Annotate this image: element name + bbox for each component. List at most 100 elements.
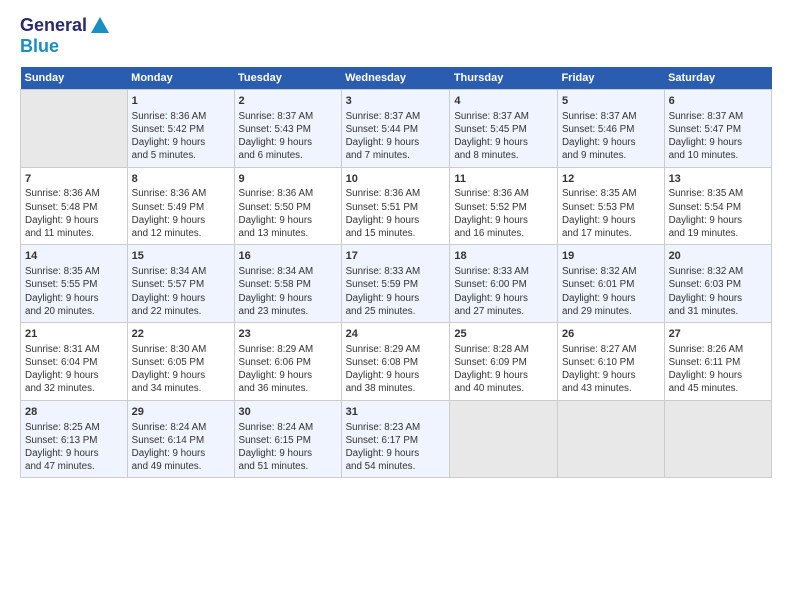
day-info: Sunrise: 8:35 AMSunset: 5:55 PMDaylight:… xyxy=(25,265,123,318)
day-number: 27 xyxy=(669,327,767,342)
day-number: 4 xyxy=(454,94,553,109)
calendar-cell: 3Sunrise: 8:37 AMSunset: 5:44 PMDaylight… xyxy=(341,89,450,167)
day-info: Sunrise: 8:36 AMSunset: 5:49 PMDaylight:… xyxy=(132,187,230,240)
day-number: 10 xyxy=(346,172,446,187)
header-row: SundayMondayTuesdayWednesdayThursdayFrid… xyxy=(21,67,772,90)
day-number: 26 xyxy=(562,327,660,342)
day-info: Sunrise: 8:36 AMSunset: 5:52 PMDaylight:… xyxy=(454,187,553,240)
page-container: General Blue SundayMondayTuesdayWednesda… xyxy=(0,0,792,488)
calendar-cell: 4Sunrise: 8:37 AMSunset: 5:45 PMDaylight… xyxy=(450,89,558,167)
day-number: 1 xyxy=(132,94,230,109)
day-info: Sunrise: 8:31 AMSunset: 6:04 PMDaylight:… xyxy=(25,343,123,396)
day-info: Sunrise: 8:29 AMSunset: 6:06 PMDaylight:… xyxy=(239,343,337,396)
calendar-cell xyxy=(21,89,128,167)
calendar-cell: 27Sunrise: 8:26 AMSunset: 6:11 PMDayligh… xyxy=(664,322,771,400)
header-cell-wednesday: Wednesday xyxy=(341,67,450,90)
calendar-cell: 7Sunrise: 8:36 AMSunset: 5:48 PMDaylight… xyxy=(21,167,128,245)
calendar-cell: 8Sunrise: 8:36 AMSunset: 5:49 PMDaylight… xyxy=(127,167,234,245)
week-row-3: 14Sunrise: 8:35 AMSunset: 5:55 PMDayligh… xyxy=(21,245,772,323)
calendar-cell xyxy=(664,400,771,478)
calendar-cell: 25Sunrise: 8:28 AMSunset: 6:09 PMDayligh… xyxy=(450,322,558,400)
day-number: 14 xyxy=(25,249,123,264)
logo: General Blue xyxy=(20,15,111,57)
calendar-cell: 11Sunrise: 8:36 AMSunset: 5:52 PMDayligh… xyxy=(450,167,558,245)
day-number: 19 xyxy=(562,249,660,264)
day-info: Sunrise: 8:37 AMSunset: 5:44 PMDaylight:… xyxy=(346,110,446,163)
day-info: Sunrise: 8:27 AMSunset: 6:10 PMDaylight:… xyxy=(562,343,660,396)
day-info: Sunrise: 8:30 AMSunset: 6:05 PMDaylight:… xyxy=(132,343,230,396)
day-info: Sunrise: 8:35 AMSunset: 5:53 PMDaylight:… xyxy=(562,187,660,240)
calendar-cell: 18Sunrise: 8:33 AMSunset: 6:00 PMDayligh… xyxy=(450,245,558,323)
calendar-cell: 6Sunrise: 8:37 AMSunset: 5:47 PMDaylight… xyxy=(664,89,771,167)
day-number: 16 xyxy=(239,249,337,264)
header-cell-saturday: Saturday xyxy=(664,67,771,90)
calendar-cell xyxy=(557,400,664,478)
day-info: Sunrise: 8:25 AMSunset: 6:13 PMDaylight:… xyxy=(25,421,123,474)
day-info: Sunrise: 8:37 AMSunset: 5:45 PMDaylight:… xyxy=(454,110,553,163)
calendar-cell: 19Sunrise: 8:32 AMSunset: 6:01 PMDayligh… xyxy=(557,245,664,323)
calendar-cell: 21Sunrise: 8:31 AMSunset: 6:04 PMDayligh… xyxy=(21,322,128,400)
day-info: Sunrise: 8:37 AMSunset: 5:43 PMDaylight:… xyxy=(239,110,337,163)
day-number: 3 xyxy=(346,94,446,109)
header-cell-tuesday: Tuesday xyxy=(234,67,341,90)
header-cell-thursday: Thursday xyxy=(450,67,558,90)
logo-text: General Blue xyxy=(20,15,111,57)
header-cell-monday: Monday xyxy=(127,67,234,90)
day-number: 12 xyxy=(562,172,660,187)
calendar-cell: 15Sunrise: 8:34 AMSunset: 5:57 PMDayligh… xyxy=(127,245,234,323)
day-info: Sunrise: 8:24 AMSunset: 6:14 PMDaylight:… xyxy=(132,421,230,474)
day-number: 2 xyxy=(239,94,337,109)
day-info: Sunrise: 8:34 AMSunset: 5:58 PMDaylight:… xyxy=(239,265,337,318)
day-info: Sunrise: 8:36 AMSunset: 5:42 PMDaylight:… xyxy=(132,110,230,163)
day-number: 18 xyxy=(454,249,553,264)
day-info: Sunrise: 8:35 AMSunset: 5:54 PMDaylight:… xyxy=(669,187,767,240)
calendar-cell: 10Sunrise: 8:36 AMSunset: 5:51 PMDayligh… xyxy=(341,167,450,245)
day-info: Sunrise: 8:32 AMSunset: 6:01 PMDaylight:… xyxy=(562,265,660,318)
day-info: Sunrise: 8:34 AMSunset: 5:57 PMDaylight:… xyxy=(132,265,230,318)
calendar-cell: 29Sunrise: 8:24 AMSunset: 6:14 PMDayligh… xyxy=(127,400,234,478)
calendar-cell: 24Sunrise: 8:29 AMSunset: 6:08 PMDayligh… xyxy=(341,322,450,400)
day-number: 21 xyxy=(25,327,123,342)
week-row-4: 21Sunrise: 8:31 AMSunset: 6:04 PMDayligh… xyxy=(21,322,772,400)
day-number: 11 xyxy=(454,172,553,187)
calendar-cell xyxy=(450,400,558,478)
day-info: Sunrise: 8:33 AMSunset: 5:59 PMDaylight:… xyxy=(346,265,446,318)
day-info: Sunrise: 8:33 AMSunset: 6:00 PMDaylight:… xyxy=(454,265,553,318)
day-info: Sunrise: 8:36 AMSunset: 5:50 PMDaylight:… xyxy=(239,187,337,240)
day-number: 20 xyxy=(669,249,767,264)
calendar-cell: 31Sunrise: 8:23 AMSunset: 6:17 PMDayligh… xyxy=(341,400,450,478)
calendar-cell: 28Sunrise: 8:25 AMSunset: 6:13 PMDayligh… xyxy=(21,400,128,478)
day-number: 8 xyxy=(132,172,230,187)
day-info: Sunrise: 8:29 AMSunset: 6:08 PMDaylight:… xyxy=(346,343,446,396)
day-info: Sunrise: 8:23 AMSunset: 6:17 PMDaylight:… xyxy=(346,421,446,474)
day-info: Sunrise: 8:36 AMSunset: 5:48 PMDaylight:… xyxy=(25,187,123,240)
header-cell-sunday: Sunday xyxy=(21,67,128,90)
day-number: 31 xyxy=(346,405,446,420)
day-info: Sunrise: 8:32 AMSunset: 6:03 PMDaylight:… xyxy=(669,265,767,318)
calendar-cell: 1Sunrise: 8:36 AMSunset: 5:42 PMDaylight… xyxy=(127,89,234,167)
day-number: 5 xyxy=(562,94,660,109)
calendar-cell: 5Sunrise: 8:37 AMSunset: 5:46 PMDaylight… xyxy=(557,89,664,167)
calendar-cell: 14Sunrise: 8:35 AMSunset: 5:55 PMDayligh… xyxy=(21,245,128,323)
day-number: 25 xyxy=(454,327,553,342)
logo-blue: Blue xyxy=(20,36,59,56)
calendar-cell: 13Sunrise: 8:35 AMSunset: 5:54 PMDayligh… xyxy=(664,167,771,245)
calendar-cell: 26Sunrise: 8:27 AMSunset: 6:10 PMDayligh… xyxy=(557,322,664,400)
day-info: Sunrise: 8:36 AMSunset: 5:51 PMDaylight:… xyxy=(346,187,446,240)
day-number: 17 xyxy=(346,249,446,264)
day-number: 24 xyxy=(346,327,446,342)
day-number: 13 xyxy=(669,172,767,187)
day-info: Sunrise: 8:37 AMSunset: 5:46 PMDaylight:… xyxy=(562,110,660,163)
day-number: 30 xyxy=(239,405,337,420)
calendar-cell: 17Sunrise: 8:33 AMSunset: 5:59 PMDayligh… xyxy=(341,245,450,323)
day-number: 29 xyxy=(132,405,230,420)
day-number: 23 xyxy=(239,327,337,342)
day-info: Sunrise: 8:24 AMSunset: 6:15 PMDaylight:… xyxy=(239,421,337,474)
header: General Blue xyxy=(20,15,772,57)
day-number: 22 xyxy=(132,327,230,342)
calendar-cell: 9Sunrise: 8:36 AMSunset: 5:50 PMDaylight… xyxy=(234,167,341,245)
day-info: Sunrise: 8:26 AMSunset: 6:11 PMDaylight:… xyxy=(669,343,767,396)
calendar-cell: 20Sunrise: 8:32 AMSunset: 6:03 PMDayligh… xyxy=(664,245,771,323)
day-number: 9 xyxy=(239,172,337,187)
day-info: Sunrise: 8:28 AMSunset: 6:09 PMDaylight:… xyxy=(454,343,553,396)
